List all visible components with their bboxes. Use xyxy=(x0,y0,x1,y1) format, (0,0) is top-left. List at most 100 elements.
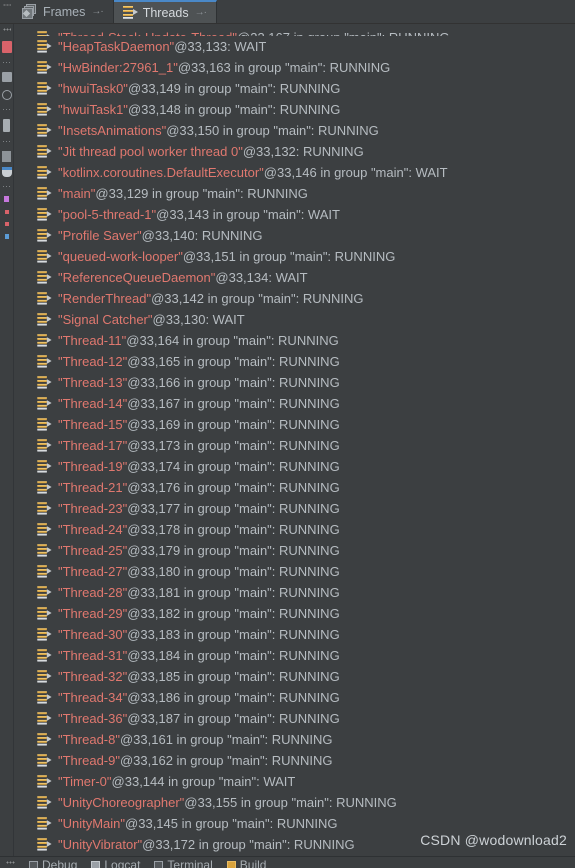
thread-name: "Thread-14" xyxy=(58,396,128,411)
thread-name: "Jit thread pool worker thread 0" xyxy=(58,144,243,159)
thread-list-item[interactable]: "Signal Catcher"@33,130: WAIT xyxy=(14,309,575,330)
thread-state: @33,173 in group "main": RUNNING xyxy=(127,438,340,453)
thread-list-item[interactable]: "pool-5-thread-1"@33,143 in group "main"… xyxy=(14,204,575,225)
thread-state: @33,174 in group "main": RUNNING xyxy=(127,459,340,474)
thread-list-item[interactable]: "Thread-9"@33,162 in group "main": RUNNI… xyxy=(14,750,575,771)
tab-threads-pin-icon[interactable]: →· xyxy=(195,7,207,18)
thread-state: @33,179 in group "main": RUNNING xyxy=(127,543,340,558)
thread-list-item[interactable]: "Thread-12"@33,165 in group "main": RUNN… xyxy=(14,351,575,372)
thread-list-item[interactable]: "Thread-14"@33,167 in group "main": RUNN… xyxy=(14,393,575,414)
thread-list-item[interactable]: "Thread-15"@33,169 in group "main": RUNN… xyxy=(14,414,575,435)
thread-list-item[interactable]: "Thread-29"@33,182 in group "main": RUNN… xyxy=(14,603,575,624)
blue-icon[interactable] xyxy=(4,234,9,239)
camera-icon[interactable] xyxy=(1,72,12,82)
status-bar-item[interactable]: Debug xyxy=(29,857,77,868)
thread-list-item[interactable]: "Thread-25"@33,179 in group "main": RUNN… xyxy=(14,540,575,561)
thread-list-item[interactable]: "HeapTaskDaemon"@33,133: WAIT xyxy=(14,36,575,57)
thread-icon xyxy=(36,732,52,746)
thread-list-item[interactable]: "Jit thread pool worker thread 0"@33,132… xyxy=(14,141,575,162)
thread-state: @33,167 in group "main": RUNNING xyxy=(237,30,449,36)
tab-threads[interactable]: Threads →· xyxy=(113,0,217,23)
thread-label: "pool-5-thread-1"@33,143 in group "main"… xyxy=(58,207,340,222)
thread-list-item[interactable]: "UnityMain"@33,145 in group "main": RUNN… xyxy=(14,813,575,834)
thread-name: "Thread-25" xyxy=(58,543,128,558)
thread-list-item[interactable]: "Thread-36"@33,187 in group "main": RUNN… xyxy=(14,708,575,729)
tab-frames-pin-icon[interactable]: →· xyxy=(91,6,103,17)
thread-list-item[interactable]: "InsetsAnimations"@33,150 in group "main… xyxy=(14,120,575,141)
threads-icon xyxy=(122,5,138,20)
thread-icon xyxy=(36,375,52,389)
thread-list-item[interactable]: "UnityChoreographer"@33,155 in group "ma… xyxy=(14,792,575,813)
thread-list-item[interactable]: "Thread-Stack-Update-Thread"@33,167 in g… xyxy=(14,24,575,36)
thread-state: @33,149 in group "main": RUNNING xyxy=(127,81,341,96)
thread-list-item[interactable]: "Thread-11"@33,164 in group "main": RUNN… xyxy=(14,330,575,351)
thread-state: @33,130: WAIT xyxy=(152,312,245,327)
toolbar-drag-handle[interactable] xyxy=(2,28,11,31)
thread-icon xyxy=(36,753,52,767)
thread-state: @33,163 in group "main": RUNNING xyxy=(177,60,391,75)
thread-state: @33,181 in group "main": RUNNING xyxy=(127,585,340,600)
thread-list-item[interactable]: "hwuiTask0"@33,149 in group "main": RUNN… xyxy=(14,78,575,99)
red-icon-2[interactable] xyxy=(4,222,9,226)
status-bar-item[interactable]: Terminal xyxy=(154,857,213,868)
thread-list-item[interactable]: "main"@33,129 in group "main": RUNNING xyxy=(14,183,575,204)
thread-icon xyxy=(36,333,52,347)
thread-label: "Thread-36"@33,187 in group "main": RUNN… xyxy=(58,711,340,726)
tall-icon[interactable] xyxy=(3,119,10,132)
thread-name: "Thread-Stack-Update-Thread" xyxy=(58,30,237,36)
thread-list-item[interactable]: "Thread-32"@33,185 in group "main": RUNN… xyxy=(14,666,575,687)
thread-icon xyxy=(36,480,52,494)
thread-name: "RenderThread" xyxy=(58,291,152,306)
thread-state: @33,134: WAIT xyxy=(215,270,308,285)
thread-label: "RenderThread"@33,142 in group "main": R… xyxy=(58,291,364,306)
thread-list-item[interactable]: "Thread-24"@33,178 in group "main": RUNN… xyxy=(14,519,575,540)
thread-name: "kotlinx.coroutines.DefaultExecutor" xyxy=(58,165,264,180)
thread-label: "Thread-28"@33,181 in group "main": RUNN… xyxy=(58,585,340,600)
circle-icon[interactable] xyxy=(1,90,12,100)
thread-list-item[interactable]: "Thread-31"@33,184 in group "main": RUNN… xyxy=(14,645,575,666)
thread-name: "Signal Catcher" xyxy=(58,312,153,327)
thread-list-item[interactable]: "kotlinx.coroutines.DefaultExecutor"@33,… xyxy=(14,162,575,183)
thread-list-item[interactable]: "ReferenceQueueDaemon"@33,134: WAIT xyxy=(14,267,575,288)
threads-list[interactable]: "Thread-Stack-Update-Thread"@33,167 in g… xyxy=(14,24,575,856)
thread-list-item[interactable]: "Thread-8"@33,161 in group "main": RUNNI… xyxy=(14,729,575,750)
toolbar-separator-3 xyxy=(2,141,11,142)
document-icon[interactable] xyxy=(2,151,11,162)
thread-list-item[interactable]: "hwuiTask1"@33,148 in group "main": RUNN… xyxy=(14,99,575,120)
status-bar-item[interactable]: Logcat xyxy=(91,857,140,868)
red-icon-1[interactable] xyxy=(4,210,9,214)
thread-list-item[interactable]: "UnityVibrator"@33,172 in group "main": … xyxy=(14,834,575,855)
thread-name: "Profile Saver" xyxy=(58,228,142,243)
thread-list-item[interactable]: "Thread-21"@33,176 in group "main": RUNN… xyxy=(14,477,575,498)
thread-list-item[interactable]: "RenderThread"@33,142 in group "main": R… xyxy=(14,288,575,309)
thread-name: "hwuiTask1" xyxy=(58,102,128,117)
thread-name: "Thread-15" xyxy=(58,417,128,432)
thread-list-item[interactable]: "Thread-27"@33,180 in group "main": RUNN… xyxy=(14,561,575,582)
thread-name: "UnityMain" xyxy=(58,816,126,831)
cup-icon[interactable] xyxy=(1,167,12,177)
thread-list-item[interactable]: "HwBinder:27961_1"@33,163 in group "main… xyxy=(14,57,575,78)
pink-icon[interactable] xyxy=(4,196,9,202)
thread-icon xyxy=(36,606,52,620)
mute-breakpoints-icon[interactable] xyxy=(1,41,12,53)
thread-icon xyxy=(36,669,52,683)
status-bar-drag-handle[interactable] xyxy=(6,861,15,864)
thread-list-item[interactable]: "Thread-30"@33,183 in group "main": RUNN… xyxy=(14,624,575,645)
thread-icon xyxy=(36,354,52,368)
tab-bar-drag-handle[interactable] xyxy=(0,0,14,23)
thread-list-item[interactable]: "Thread-23"@33,177 in group "main": RUNN… xyxy=(14,498,575,519)
thread-label: "Thread-12"@33,165 in group "main": RUNN… xyxy=(58,354,340,369)
thread-list-item[interactable]: "queued-work-looper"@33,151 in group "ma… xyxy=(14,246,575,267)
thread-state: @33,185 in group "main": RUNNING xyxy=(127,669,340,684)
thread-list-item[interactable]: "Thread-13"@33,166 in group "main": RUNN… xyxy=(14,372,575,393)
thread-label: "Thread-15"@33,169 in group "main": RUNN… xyxy=(58,417,340,432)
thread-list-item[interactable]: "Thread-19"@33,174 in group "main": RUNN… xyxy=(14,456,575,477)
thread-list-item[interactable]: "Profile Saver"@33,140: RUNNING xyxy=(14,225,575,246)
thread-list-item[interactable]: "Timer-0"@33,144 in group "main": WAIT xyxy=(14,771,575,792)
thread-list-item[interactable]: "Thread-17"@33,173 in group "main": RUNN… xyxy=(14,435,575,456)
thread-name: "pool-5-thread-1" xyxy=(58,207,157,222)
thread-list-item[interactable]: "Thread-28"@33,181 in group "main": RUNN… xyxy=(14,582,575,603)
thread-list-item[interactable]: "Thread-34"@33,186 in group "main": RUNN… xyxy=(14,687,575,708)
tab-frames[interactable]: Frames →· xyxy=(14,0,114,23)
status-bar-item[interactable]: Build xyxy=(226,857,266,868)
